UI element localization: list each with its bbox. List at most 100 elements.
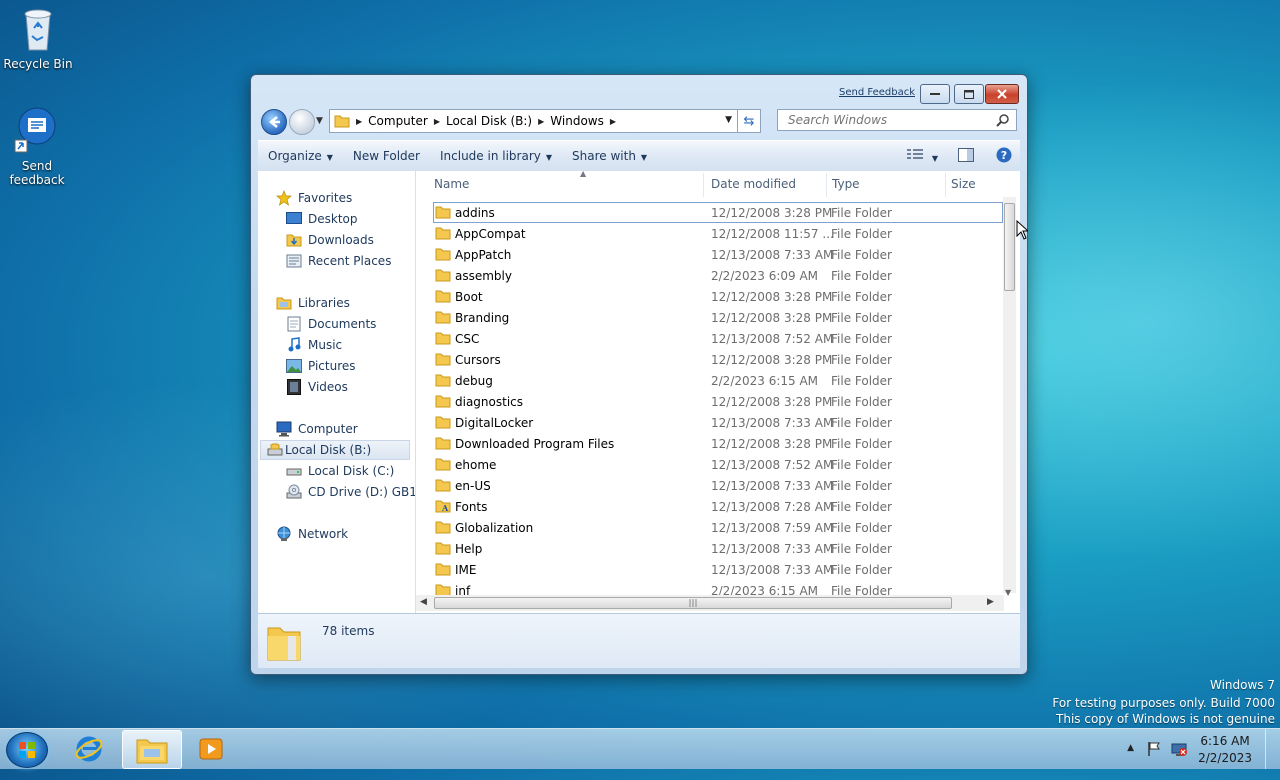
- nav-pictures[interactable]: Pictures: [286, 356, 356, 376]
- clock[interactable]: 6:16 AM 2/2/2023: [1198, 733, 1252, 767]
- nav-network[interactable]: Network: [276, 524, 348, 544]
- help-button[interactable]: ?: [988, 147, 1020, 166]
- show-hidden-icons-button[interactable]: ▲: [1127, 743, 1134, 753]
- file-row[interactable]: CSC 12/13/2008 7:52 AM File Folder: [433, 328, 1003, 349]
- vertical-scrollbar[interactable]: ▼: [1003, 197, 1016, 597]
- file-row[interactable]: Downloaded Program Files 12/12/2008 3:28 …: [433, 433, 1003, 454]
- taskbar-media-player[interactable]: [182, 730, 240, 767]
- column-divider[interactable]: [703, 173, 704, 197]
- file-row[interactable]: ehome 12/13/2008 7:52 AM File Folder: [433, 454, 1003, 475]
- change-view-button[interactable]: ▼: [901, 148, 944, 164]
- file-row[interactable]: Help 12/13/2008 7:33 AM File Folder: [433, 538, 1003, 559]
- column-header-size[interactable]: Size: [951, 171, 1001, 197]
- star-icon: [276, 190, 292, 206]
- action-center-flag-icon[interactable]: [1146, 741, 1162, 757]
- column-divider[interactable]: [826, 173, 827, 197]
- file-row[interactable]: assembly 2/2/2023 6:09 AM File Folder: [433, 265, 1003, 286]
- file-name: en-US: [455, 478, 491, 493]
- nav-recent-places[interactable]: Recent Places: [286, 251, 391, 271]
- nav-local-disk-b[interactable]: Local Disk (B:): [260, 440, 410, 460]
- maximize-button[interactable]: [954, 84, 984, 104]
- nav-local-disk-c[interactable]: Local Disk (C:): [286, 461, 394, 481]
- file-row[interactable]: debug 2/2/2023 6:15 AM File Folder: [433, 370, 1003, 391]
- file-row[interactable]: AppCompat 12/12/2008 11:57 ... File Folder: [433, 223, 1003, 244]
- horizontal-scrollbar[interactable]: ◀ ▶: [416, 595, 1004, 611]
- column-divider[interactable]: [945, 173, 946, 197]
- file-row[interactable]: Branding 12/12/2008 3:28 PM File Folder: [433, 307, 1003, 328]
- taskbar-windows-explorer[interactable]: [122, 730, 182, 769]
- network-status-icon[interactable]: [1170, 741, 1188, 757]
- recent-pages-dropdown[interactable]: ▼: [316, 116, 323, 126]
- folder-icon: [435, 226, 451, 243]
- file-row[interactable]: addins 12/12/2008 3:28 PM File Folder: [433, 202, 1003, 223]
- desktop-icon-label: Send feedback: [9, 159, 65, 187]
- file-row[interactable]: AppPatch 12/13/2008 7:33 AM File Folder: [433, 244, 1003, 265]
- desktop-icon-recycle-bin[interactable]: Recycle Bin: [2, 4, 74, 71]
- breadcrumb-computer[interactable]: Computer: [362, 114, 434, 128]
- column-header-name[interactable]: Name ▲: [434, 171, 704, 197]
- nav-downloads[interactable]: Downloads: [286, 230, 374, 250]
- file-row[interactable]: DigitalLocker 12/13/2008 7:33 AM File Fold…: [433, 412, 1003, 433]
- file-row[interactable]: IME 12/13/2008 7:33 AM File Folder: [433, 559, 1003, 580]
- file-row[interactable]: Cursors 12/12/2008 3:28 PM File Folder: [433, 349, 1003, 370]
- share-with-label: Share with: [572, 149, 636, 163]
- file-type: File Folder: [831, 520, 892, 535]
- organize-menu[interactable]: Organize ▼: [258, 149, 343, 163]
- breadcrumb-separator[interactable]: ▶: [610, 117, 616, 126]
- column-header-label: Size: [951, 177, 976, 191]
- share-with-menu[interactable]: Share with ▼: [562, 149, 657, 163]
- desktop-icon-send-feedback[interactable]: Send feedback: [1, 106, 73, 187]
- search-input[interactable]: [786, 112, 990, 128]
- file-row[interactable]: en-US 12/13/2008 7:33 AM File Folder: [433, 475, 1003, 496]
- chevron-down-icon: ▼: [545, 153, 553, 162]
- start-button[interactable]: [6, 732, 48, 768]
- include-in-library-menu[interactable]: Include in library ▼: [430, 149, 562, 163]
- taskbar-internet-explorer[interactable]: [60, 730, 118, 767]
- file-date-modified: 12/12/2008 11:57 ...: [711, 226, 834, 241]
- refresh-button[interactable]: ⇆: [737, 109, 761, 133]
- new-folder-button[interactable]: New Folder: [343, 149, 430, 163]
- file-date-modified: 12/12/2008 3:28 PM: [711, 352, 833, 367]
- scroll-left-arrow[interactable]: ◀: [420, 597, 427, 607]
- back-button[interactable]: [261, 109, 287, 135]
- file-name: Branding: [455, 310, 510, 325]
- search-icon[interactable]: [996, 113, 1010, 127]
- column-header-type[interactable]: Type: [832, 171, 942, 197]
- file-row[interactable]: Boot 12/12/2008 3:28 PM File Folder: [433, 286, 1003, 307]
- nav-videos[interactable]: Videos: [286, 377, 348, 397]
- horizontal-scroll-thumb[interactable]: [434, 597, 952, 609]
- address-dropdown[interactable]: ▼: [725, 115, 732, 125]
- file-type: File Folder: [831, 373, 892, 388]
- column-header-date-modified[interactable]: Date modified: [711, 171, 826, 197]
- address-bar[interactable]: ▶ Computer ▶ Local Disk (B:) ▶ Windows ▶…: [329, 109, 761, 133]
- breadcrumb-local-disk-b[interactable]: Local Disk (B:): [440, 114, 538, 128]
- show-desktop-button[interactable]: [1265, 729, 1280, 769]
- file-date-modified: 12/13/2008 7:33 AM: [711, 541, 834, 556]
- nav-cd-drive[interactable]: CD Drive (D:) GB1CU: [286, 482, 415, 502]
- preview-pane-button[interactable]: [944, 147, 988, 165]
- maximize-icon: [964, 89, 974, 99]
- file-date-modified: 12/13/2008 7:59 AM: [711, 520, 834, 535]
- breadcrumb-windows[interactable]: Windows: [544, 114, 610, 128]
- nav-libraries[interactable]: Libraries: [276, 293, 350, 313]
- pictures-icon: [286, 358, 302, 374]
- scroll-right-arrow[interactable]: ▶: [987, 597, 994, 607]
- minimize-button[interactable]: [920, 84, 950, 104]
- title-bar[interactable]: Send Feedback: [251, 75, 1027, 105]
- file-row[interactable]: diagnostics 12/12/2008 3:28 PM File Folder: [433, 391, 1003, 412]
- folder-icon: [435, 541, 451, 558]
- nav-desktop[interactable]: Desktop: [286, 209, 358, 229]
- file-row[interactable]: Globalization 12/13/2008 7:59 AM File Fold…: [433, 517, 1003, 538]
- vertical-scroll-thumb[interactable]: [1004, 203, 1015, 291]
- nav-music[interactable]: Music: [286, 335, 342, 355]
- file-row[interactable]: A Fonts 12/13/2008 7:28 AM File Folder: [433, 496, 1003, 517]
- address-row: ▼ ▶ Computer ▶ Local Disk (B:) ▶ Windows…: [259, 107, 1019, 135]
- nav-favorites[interactable]: Favorites: [276, 188, 352, 208]
- send-feedback-link[interactable]: Send Feedback: [839, 87, 915, 98]
- search-box[interactable]: [777, 109, 1017, 131]
- nav-documents[interactable]: Documents: [286, 314, 376, 334]
- nav-computer[interactable]: Computer: [276, 419, 358, 439]
- forward-button[interactable]: [289, 109, 315, 135]
- scroll-down-arrow[interactable]: ▼: [1005, 588, 1011, 597]
- close-button[interactable]: [985, 84, 1019, 104]
